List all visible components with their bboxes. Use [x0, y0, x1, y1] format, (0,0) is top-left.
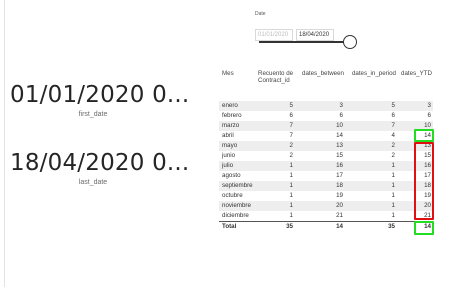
- column-header-dates-ytd[interactable]: dates_YTD: [397, 68, 433, 101]
- first-date-card[interactable]: 01/01/2020 0... first_date: [8, 82, 190, 118]
- first-date-value: 01/01/2020 0...: [10, 82, 190, 108]
- total-row: Total 35 14 35 14: [219, 221, 433, 233]
- cell-mes: marzo: [219, 121, 255, 131]
- cell-dates-in-period: 1: [345, 181, 397, 191]
- cell-recuento: 1: [255, 181, 295, 191]
- total-recuento: 35: [255, 221, 295, 233]
- cell-dates-ytd: 3: [397, 101, 433, 111]
- table-row[interactable]: julio 1 16 1 16: [219, 161, 433, 171]
- total-dates-in-period: 35: [345, 221, 397, 233]
- cell-mes: agosto: [222, 172, 241, 179]
- cell-recuento: 1: [289, 192, 293, 199]
- cell-mes: julio: [219, 161, 255, 171]
- red-highlight-box-may-dec: [414, 142, 434, 220]
- slider-track[interactable]: [259, 41, 349, 43]
- table-row[interactable]: enero 5 3 5 3: [219, 101, 433, 111]
- cell-dates-in-period: 5: [345, 101, 397, 111]
- cell-dates-between: 21: [336, 212, 343, 219]
- date-slicer[interactable]: Date 01/01/2020 18/04/2020: [253, 8, 373, 50]
- cell-dates-between: 17: [336, 172, 343, 179]
- cell-dates-between: 20: [295, 201, 345, 211]
- cell-dates-in-period: 1: [345, 161, 397, 171]
- cell-dates-in-period: 6: [391, 112, 395, 119]
- last-date-value: 18/04/2020 0...: [10, 150, 190, 176]
- cell-mes: febrero: [222, 112, 242, 119]
- end-date-input[interactable]: 18/04/2020: [296, 29, 334, 41]
- slider-handle[interactable]: [343, 35, 357, 49]
- table-row[interactable]: noviembre 1 20 1 20: [219, 201, 433, 211]
- green-highlight-box-abril: [414, 129, 434, 142]
- cell-dates-in-period: 4: [391, 132, 395, 139]
- column-header-dates-between[interactable]: dates_between: [295, 68, 345, 101]
- cell-recuento: 1: [255, 201, 295, 211]
- cell-recuento: 7: [255, 121, 295, 131]
- cell-dates-in-period: 2: [391, 152, 395, 159]
- cell-dates-in-period: 7: [345, 121, 397, 131]
- cell-dates-between: 3: [295, 101, 345, 111]
- cell-mes: enero: [219, 101, 255, 111]
- table-row[interactable]: marzo 7 10 7 10: [219, 121, 433, 131]
- cell-mes: mayo: [219, 141, 255, 151]
- cell-recuento: 1: [289, 172, 293, 179]
- cell-dates-between: 19: [336, 192, 343, 199]
- table-row[interactable]: septiembre 1 18 1 18: [219, 181, 433, 191]
- cell-dates-ytd: 6: [427, 112, 431, 119]
- slicer-title: Date: [255, 11, 266, 17]
- cell-dates-between: 10: [295, 121, 345, 131]
- table-row[interactable]: octubre 1 19 1 19: [219, 191, 433, 201]
- cell-dates-in-period: 1: [391, 172, 395, 179]
- cell-mes: octubre: [222, 192, 243, 199]
- column-header-dates-in-period[interactable]: dates_in_period: [345, 68, 397, 101]
- cell-dates-in-period: 1: [391, 192, 395, 199]
- table-row[interactable]: diciembre 1 21 1 21: [219, 211, 433, 222]
- cell-dates-in-period: 1: [345, 201, 397, 211]
- cell-dates-between: 14: [336, 132, 343, 139]
- cell-dates-between: 18: [295, 181, 345, 191]
- table-row[interactable]: abril 7 14 4 14: [219, 131, 433, 141]
- cell-mes: abril: [222, 132, 234, 139]
- table-row[interactable]: mayo 2 13 2 13: [219, 141, 433, 151]
- column-header-recuento[interactable]: Recuento de Contract_id: [255, 68, 295, 101]
- matrix-table[interactable]: Mes Recuento de Contract_id dates_betwee…: [219, 68, 433, 233]
- canvas-border: [4, 0, 5, 287]
- cell-dates-between: 15: [336, 152, 343, 159]
- last-date-label: last_date: [78, 179, 108, 186]
- cell-mes: diciembre: [222, 212, 249, 219]
- cell-mes: junio: [222, 152, 236, 159]
- cell-recuento: 6: [289, 112, 293, 119]
- cell-recuento: 2: [255, 141, 295, 151]
- column-header-mes[interactable]: Mes: [219, 68, 255, 101]
- table-row[interactable]: febrero 6 6 6 6: [219, 111, 433, 121]
- cell-mes: noviembre: [219, 201, 255, 211]
- cell-dates-in-period: 2: [345, 141, 397, 151]
- cell-mes: septiembre: [219, 181, 255, 191]
- cell-dates-between: 6: [339, 112, 343, 119]
- total-dates-between: 14: [295, 221, 345, 233]
- green-highlight-box-total: [414, 221, 434, 235]
- table-row[interactable]: junio 2 15 2 15: [219, 151, 433, 161]
- cell-dates-in-period: 1: [391, 212, 395, 219]
- first-date-label: first_date: [78, 111, 108, 118]
- cell-dates-between: 16: [295, 161, 345, 171]
- total-label: Total: [219, 221, 255, 233]
- cell-recuento: 1: [289, 212, 293, 219]
- last-date-card[interactable]: 18/04/2020 0... last_date: [8, 150, 190, 186]
- cell-dates-between: 13: [295, 141, 345, 151]
- cell-recuento: 1: [255, 161, 295, 171]
- cell-recuento: 5: [255, 101, 295, 111]
- cell-recuento: 2: [289, 152, 293, 159]
- table-row[interactable]: agosto 1 17 1 17: [219, 171, 433, 181]
- cell-recuento: 7: [289, 132, 293, 139]
- start-date-input[interactable]: 01/01/2020: [255, 29, 293, 41]
